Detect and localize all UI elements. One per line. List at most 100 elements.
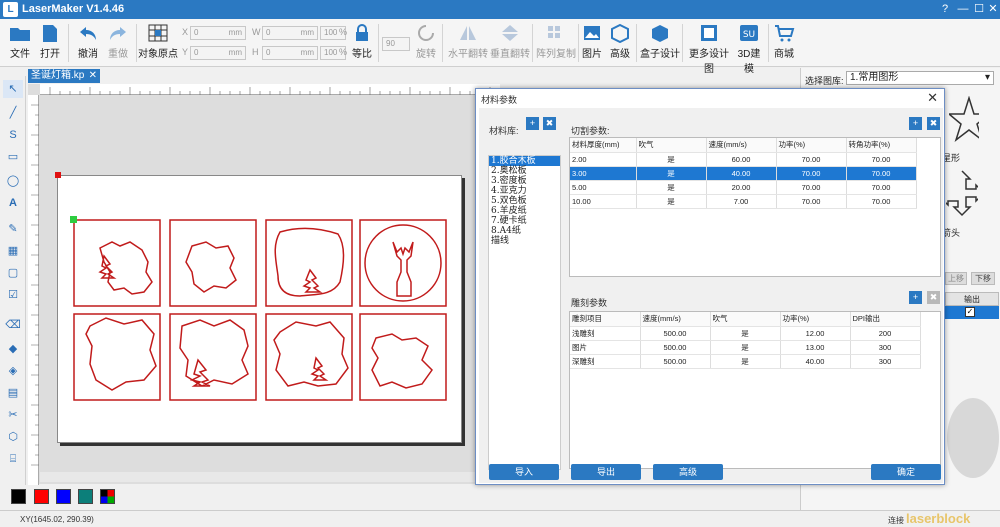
export-button[interactable]: 导出 [571,464,641,480]
page-corner-handle[interactable] [55,172,61,178]
layer-color-teal[interactable] [78,489,93,504]
layer-color-black[interactable] [11,489,26,504]
star-shape-icon[interactable] [949,96,979,146]
table-tool-icon[interactable]: ▦ [3,242,23,260]
separator [136,24,137,62]
horizontal-scrollbar[interactable] [40,472,500,482]
close-window-button[interactable]: ✕ [984,1,1000,18]
align-tool-icon[interactable]: ⌸ [3,450,23,468]
eraser-tool-icon[interactable]: ⌫ [3,316,23,334]
3d-model-button[interactable]: SU 3D建模 [734,23,764,75]
box-design-button[interactable]: 盒子设计 [640,23,680,60]
edit-tool-icon[interactable]: ☑ [3,286,23,304]
trim-tool-icon[interactable]: ◈ [3,362,23,380]
rotate-angle-select[interactable]: 90 [382,37,410,51]
rotate-button[interactable]: 旋转 [414,23,438,60]
frame-4 [359,219,447,307]
material-list[interactable]: 1.胶合木板 2.奥松板 3.密度板 4.亚克力 5.双色板 6.羊皮纸 7.硬卡纸 8.A4… [488,155,561,470]
table-row[interactable]: 10.00 是 7.00 70.00 70.00 [570,194,917,209]
array-copy-button[interactable]: 阵列复制 [536,23,576,60]
open-button[interactable]: 打开 [36,23,64,60]
rectangle-tool-icon[interactable]: ▭ [3,148,23,166]
vertical-flip-button[interactable]: 垂直翻转 [490,23,530,60]
node-edit-tool-icon[interactable]: ▢ [3,264,23,282]
select-tool-icon[interactable]: ↖ [3,80,23,98]
layer-color-blue[interactable] [56,489,71,504]
table-cell: 是 [710,340,781,355]
y-input[interactable]: 0 mm [190,46,246,60]
line-tool-icon[interactable]: ╱ [3,104,23,122]
work-page[interactable] [57,175,462,443]
pencil-tool-icon[interactable]: ✎ [3,220,23,238]
more-designs-button[interactable]: 更多设计图 [685,23,733,75]
table-row[interactable]: 3.00 是 40.00 70.00 70.00 [570,166,917,181]
library-select[interactable]: 1.常用图形 ▾ [846,71,994,85]
ellipse-tool-icon[interactable]: ◯ [3,172,23,190]
material-item[interactable]: 5.双色板 [489,196,560,206]
table-row[interactable]: 5.00 是 20.00 70.00 70.00 [570,180,917,195]
start-button[interactable] [947,398,999,478]
table-row[interactable]: 2.00 是 60.00 70.00 70.00 [570,152,917,167]
redo-button[interactable]: 重做 [104,23,132,60]
proportional-button[interactable]: 等比 [350,23,374,60]
delete-material-icon[interactable]: ✖ [543,117,556,130]
undo-button[interactable]: 撤消 [74,23,102,60]
output-checkbox[interactable]: ✓ [965,307,975,317]
left-tool-panel: ↖ ╱ S ▭ ◯ A ✎ ▦ ▢ ☑ ⌫ ◆ ◈ ▤ ✂ ⬡ ⌸ [0,76,26,516]
add-material-button[interactable]: + [526,117,539,130]
arrow-shape-icon[interactable] [946,168,978,218]
add-cut-row-button[interactable]: + [909,117,922,130]
move-down-button[interactable]: 下移 [971,272,995,285]
dialog-close-icon[interactable]: ✕ [927,90,938,106]
object-origin-button[interactable]: 对象原点 [138,23,178,60]
material-item[interactable]: 描线 [489,236,560,246]
ok-button[interactable]: 确定 [871,464,941,480]
weld-tool-icon[interactable]: ◆ [3,340,23,358]
advanced-button[interactable]: 高级 [608,23,632,60]
horizontal-flip-button[interactable]: 水平翻转 [448,23,488,60]
separator [578,24,579,62]
layer-color-more[interactable] [100,489,115,504]
add-engrave-row-button[interactable]: + [909,291,922,304]
close-tab-icon[interactable]: ✕ [89,69,97,83]
open-label: 打开 [40,49,60,60]
text-tool-icon[interactable]: A [3,194,23,212]
x-label: X [182,27,189,37]
import-button[interactable]: 导入 [489,464,559,480]
table-row[interactable]: 深雕刻 500.00 是 40.00 300 [570,354,921,369]
help-button[interactable]: ? [936,1,954,18]
image-button[interactable]: 图片 [580,23,604,60]
layer-color-red[interactable] [34,489,49,504]
height-input[interactable]: 0 mm [262,46,318,60]
x-input[interactable]: 0 mm [190,26,246,40]
engrave-params-table[interactable]: 雕刻项目 速度(mm/s) 吹气 功率(%) DPI输出 浅雕刻 500.00 是 12.00 2… [569,311,941,469]
delete-engrave-row-icon[interactable]: ✖ [927,291,940,304]
material-item[interactable]: 7.硬卡纸 [489,216,560,226]
file-button[interactable]: 文件 [6,23,34,60]
shop-button[interactable]: 商城 [772,23,796,60]
curve-tool-icon[interactable]: S [3,126,23,144]
material-item[interactable]: 1.胶合木板 [489,156,560,166]
table-row[interactable]: 图片 500.00 是 13.00 300 [570,340,921,355]
column-header: 功率(%) [776,138,847,153]
offset-tool-icon[interactable]: ▤ [3,384,23,402]
width-input[interactable]: 0 mm [262,26,318,40]
material-item[interactable]: 3.密度板 [489,176,560,186]
material-item[interactable]: 6.羊皮纸 [489,206,560,216]
tag-tool-icon[interactable]: ⬡ [3,428,23,446]
material-item[interactable]: 8.A4纸 [489,226,560,236]
material-item[interactable]: 2.奥松板 [489,166,560,176]
selection-origin-handle[interactable] [70,216,77,223]
advanced-settings-button[interactable]: 高级 [653,464,723,480]
material-item[interactable]: 4.亚克力 [489,186,560,196]
design-artwork[interactable] [58,176,463,444]
lock-icon [356,24,368,41]
cut-params-table[interactable]: 材料厚度(mm) 吹气 速度(mm/s) 功率(%) 转角功率(%) 2.00 是 60.00… [569,137,941,277]
break-tool-icon[interactable]: ✂ [3,406,23,424]
table-row[interactable]: 浅雕刻 500.00 是 12.00 200 [570,326,921,341]
move-up-button[interactable]: 上移 [945,272,967,285]
cube-icon [611,23,629,43]
layer-row[interactable]: ✓ [945,306,999,319]
document-tab[interactable]: 圣诞灯箱.kp ✕ [28,69,100,83]
delete-cut-row-icon[interactable]: ✖ [927,117,940,130]
